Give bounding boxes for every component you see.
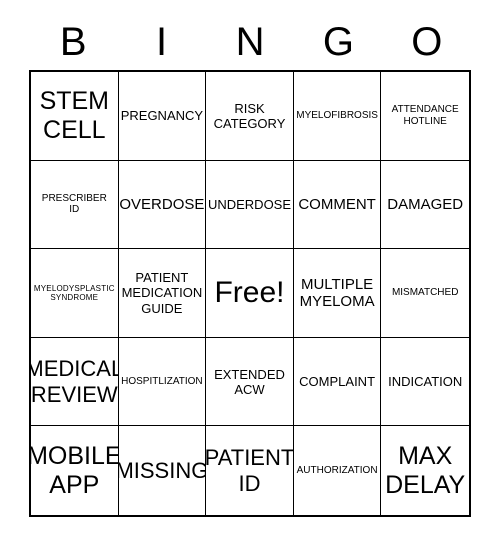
bingo-cell-label: MYELOFIBROSIS xyxy=(296,110,378,121)
bingo-cell[interactable]: ATTENDANCE HOTLINE xyxy=(381,72,469,161)
bingo-cell-label: EXTENDED ACW xyxy=(214,366,285,397)
bingo-cell[interactable]: MISMATCHED xyxy=(381,249,469,338)
bingo-cell[interactable]: PRESCRIBER ID xyxy=(31,160,119,250)
bingo-cell-label: UNDERDOSE xyxy=(207,196,292,212)
bingo-cell-label: AUTHORIZATION xyxy=(296,464,378,476)
bingo-free-space[interactable]: Free! xyxy=(206,249,294,338)
bingo-header-letter-g: G xyxy=(322,20,354,64)
bingo-cell-label: MULTIPLE MYELOMA xyxy=(299,275,375,310)
bingo-cell-label: ATTENDANCE HOTLINE xyxy=(391,104,459,127)
bingo-cell[interactable]: RISK CATEGORY xyxy=(206,72,294,161)
bingo-header-letter-i: I xyxy=(156,20,168,64)
bingo-cell[interactable]: OVERDOSE xyxy=(118,160,207,250)
bingo-header: B I N G O xyxy=(29,16,471,68)
bingo-cell[interactable]: INDICATION xyxy=(381,338,469,427)
bingo-cell-label: DAMAGED xyxy=(387,195,464,213)
bingo-header-letter-b: B xyxy=(59,20,87,64)
bingo-cell[interactable]: MAX DELAY xyxy=(381,426,469,515)
bingo-cell-label: PATIENT MEDICATION GUIDE xyxy=(121,270,203,316)
bingo-cell[interactable]: MYELOFIBROSIS xyxy=(293,72,382,161)
bingo-cell[interactable]: COMPLAINT xyxy=(293,337,382,427)
bingo-cell[interactable]: STEM CELL xyxy=(31,72,119,161)
bingo-cell[interactable]: EXTENDED ACW xyxy=(206,337,294,427)
bingo-cell-label: PATIENT ID xyxy=(206,445,294,496)
bingo-cell[interactable]: AUTHORIZATION xyxy=(294,426,382,515)
bingo-cell[interactable]: UNDERDOSE xyxy=(206,160,294,250)
bingo-cell-label: MOBILE APP xyxy=(31,441,119,499)
bingo-cell-label: PRESCRIBER ID xyxy=(41,192,107,216)
bingo-cell-label: PREGNANCY xyxy=(120,108,204,124)
bingo-cell-label: COMPLAINT xyxy=(299,374,376,390)
bingo-cell-label: STEM CELL xyxy=(39,86,110,144)
bingo-cell[interactable]: MISSING xyxy=(119,426,207,515)
bingo-cell-label: INDICATION xyxy=(388,374,463,390)
bingo-cell-label: MISSING xyxy=(118,457,207,483)
bingo-cell-label: MYELODYSPLASTIC SYNDROME xyxy=(33,283,115,302)
bingo-cell[interactable]: DAMAGED xyxy=(381,161,469,250)
bingo-cell[interactable]: MEDICAL REVIEW xyxy=(31,337,119,427)
bingo-cell-label: RISK CATEGORY xyxy=(213,100,286,131)
bingo-cell[interactable]: MYELODYSPLASTIC SYNDROME xyxy=(31,249,119,338)
bingo-cell[interactable]: MOBILE APP xyxy=(31,426,119,515)
bingo-cell[interactable]: MULTIPLE MYELOMA xyxy=(293,249,382,338)
bingo-cell[interactable]: PREGNANCY xyxy=(118,72,207,161)
bingo-cell-label: MISMATCHED xyxy=(391,287,459,299)
bingo-cell-label: HOSPITLIZATION xyxy=(121,375,203,387)
bingo-header-letter-o: O xyxy=(411,20,443,64)
bingo-cell-label: Free! xyxy=(214,275,285,309)
bingo-cell-label: OVERDOSE xyxy=(119,195,205,213)
bingo-cell[interactable]: PATIENT ID xyxy=(206,426,294,515)
bingo-cell-label: MEDICAL REVIEW xyxy=(31,356,119,407)
bingo-header-letter-n: N xyxy=(235,20,265,64)
bingo-cell-label: MAX DELAY xyxy=(385,441,466,499)
bingo-card: B I N G O STEM CELL PREGNANCY RISK CATEGOR… xyxy=(0,0,500,544)
bingo-cell-label: COMMENT xyxy=(298,195,376,213)
bingo-cell[interactable]: PATIENT MEDICATION GUIDE xyxy=(118,249,207,338)
bingo-cell[interactable]: HOSPITLIZATION xyxy=(118,337,207,427)
bingo-grid: STEM CELL PREGNANCY RISK CATEGORY MYELOFIBR… xyxy=(29,70,471,517)
bingo-cell[interactable]: COMMENT xyxy=(293,160,382,250)
